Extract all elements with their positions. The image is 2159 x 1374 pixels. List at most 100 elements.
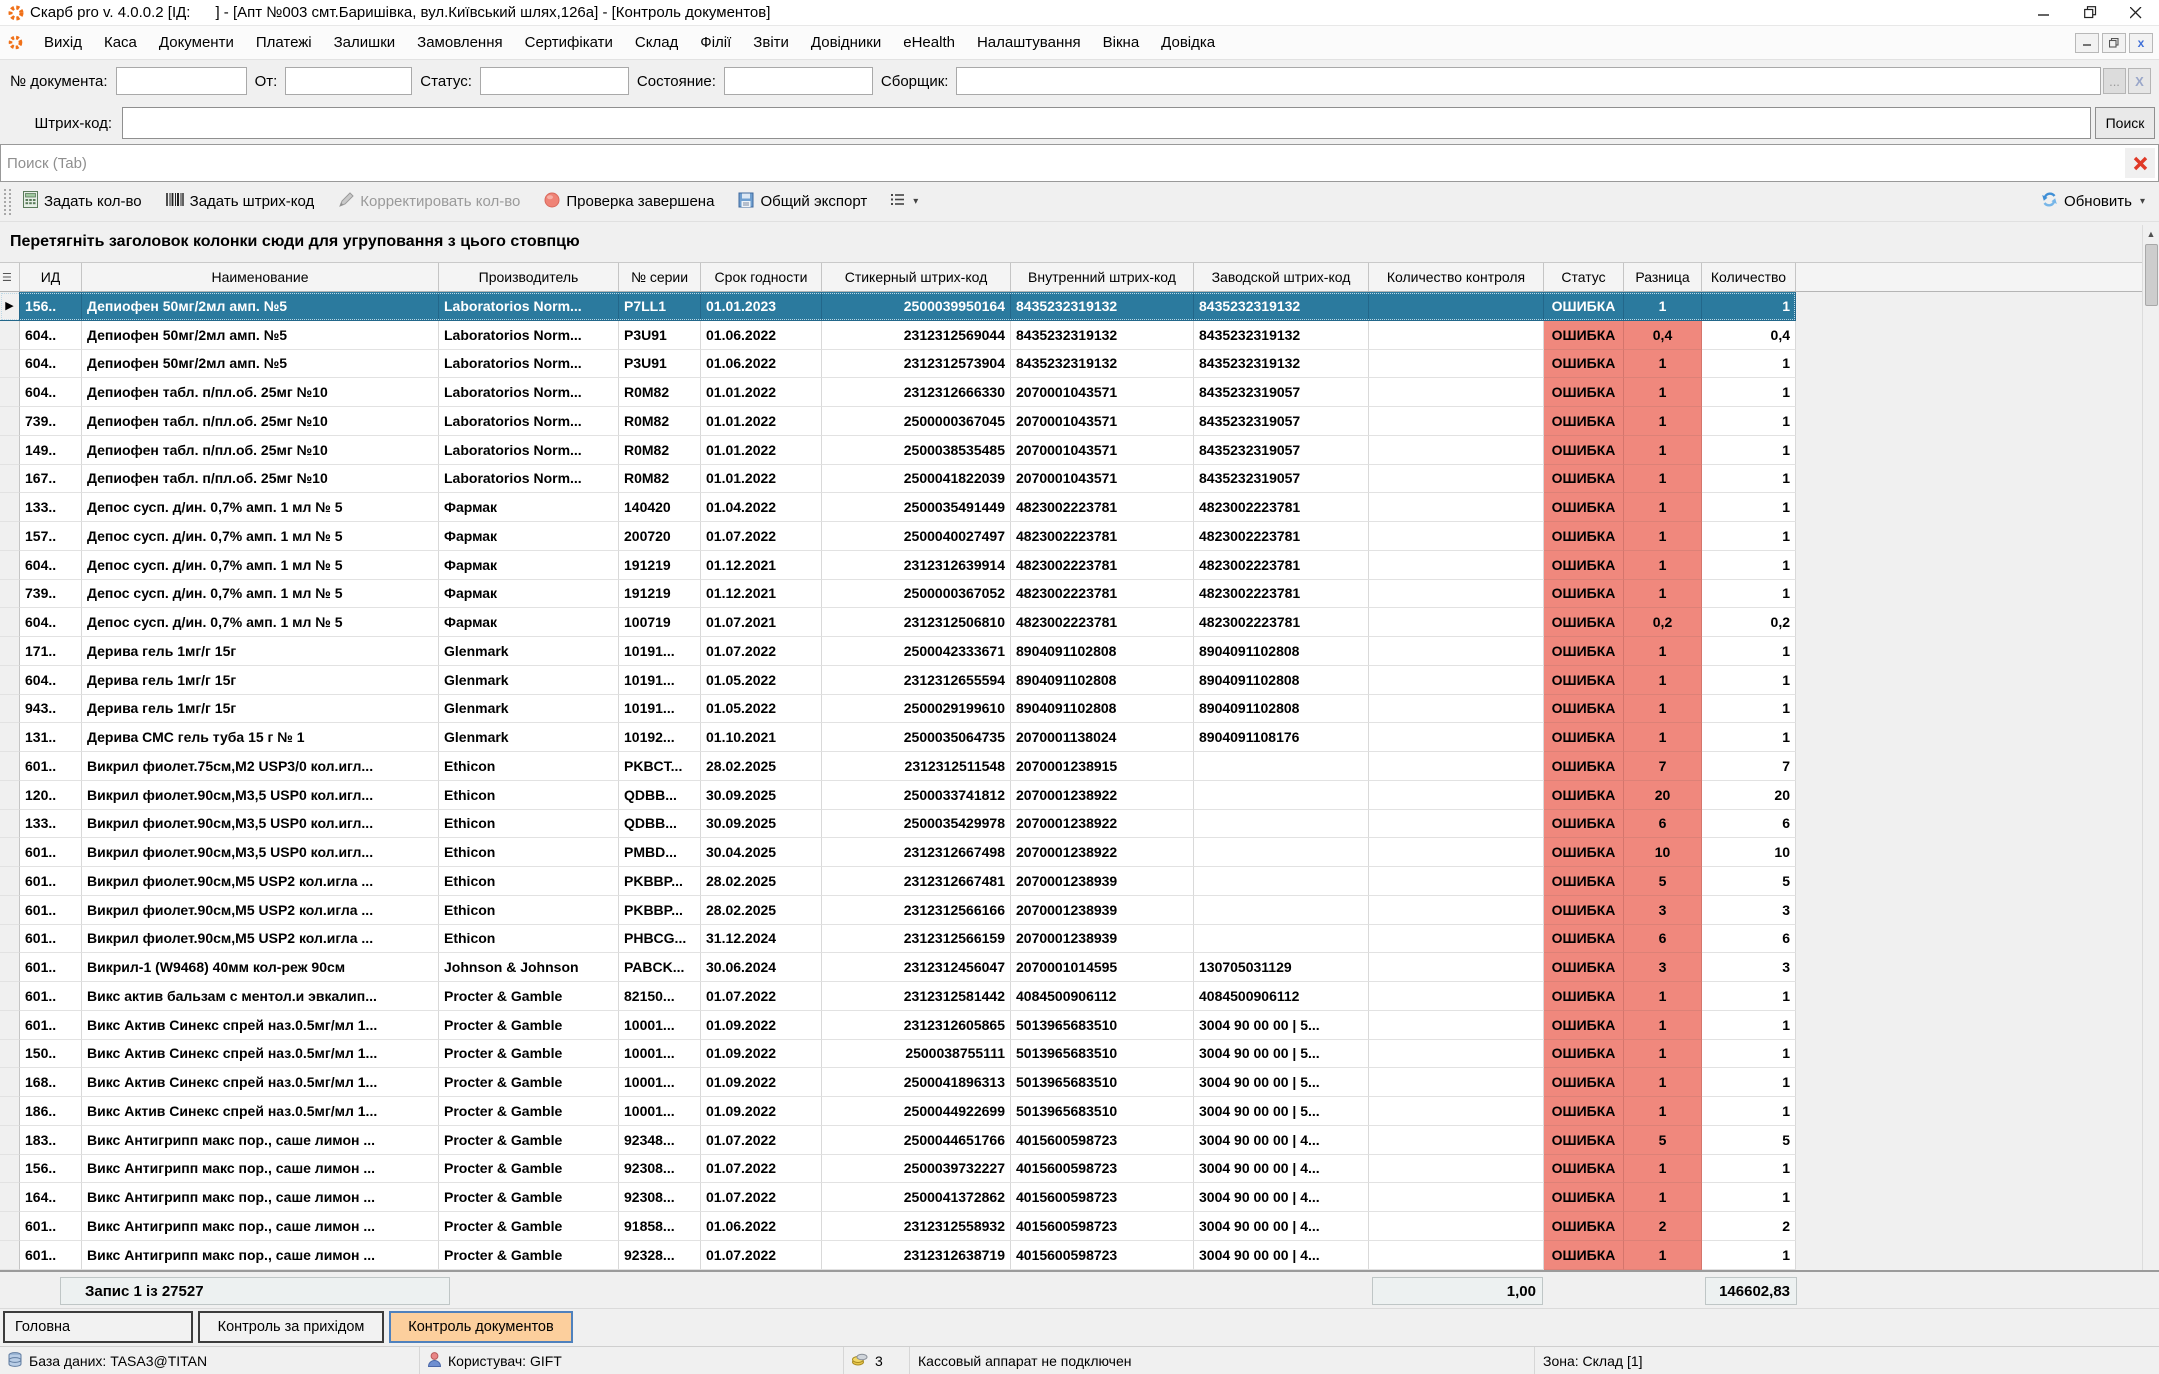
cell-sticker-code[interactable]: 2500042333671 [822, 637, 1011, 666]
cell-expiry[interactable]: 01.05.2022 [701, 695, 822, 724]
cell-manufacturer[interactable]: Laboratorios Norm... [439, 321, 619, 350]
cell-id[interactable]: 604.. [20, 378, 82, 407]
cell-diff[interactable]: 6 [1624, 925, 1702, 954]
cell-status[interactable]: ОШИБКА [1544, 378, 1624, 407]
cell-internal-code[interactable]: 4823002223781 [1011, 608, 1194, 637]
cell-series[interactable]: QDBB... [619, 810, 701, 839]
cell-sticker-code[interactable]: 2500039732227 [822, 1155, 1011, 1184]
cell-id[interactable]: 601.. [20, 925, 82, 954]
cell-qty[interactable]: 20 [1702, 781, 1796, 810]
menu-item-3[interactable]: Платежі [245, 30, 323, 55]
cell-status[interactable]: ОШИБКА [1544, 1068, 1624, 1097]
cell-qty[interactable]: 1 [1702, 637, 1796, 666]
cell-id[interactable]: 601.. [20, 982, 82, 1011]
cell-name[interactable]: Викс актив бальзам с ментол.и эвкалип... [82, 982, 439, 1011]
cell-id[interactable]: 167.. [20, 465, 82, 494]
menu-item-0[interactable]: Вихід [33, 30, 93, 55]
cell-series[interactable]: PKBCT... [619, 752, 701, 781]
cell-status[interactable]: ОШИБКА [1544, 925, 1624, 954]
cell-expiry[interactable]: 28.02.2025 [701, 867, 822, 896]
cell-control-qty[interactable] [1369, 436, 1544, 465]
menu-item-9[interactable]: Звіти [742, 30, 800, 55]
doc-number-input[interactable] [116, 67, 247, 95]
cell-series[interactable]: PMBD... [619, 838, 701, 867]
cell-diff[interactable]: 2 [1624, 1212, 1702, 1241]
cell-name[interactable]: Дерива гель 1мг/г 15г [82, 695, 439, 724]
cell-expiry[interactable]: 31.12.2024 [701, 925, 822, 954]
cell-internal-code[interactable]: 4823002223781 [1011, 551, 1194, 580]
column-header-qty[interactable]: Количество [1702, 263, 1796, 291]
cell-internal-code[interactable]: 4823002223781 [1011, 493, 1194, 522]
cell-factory-code[interactable]: 4823002223781 [1194, 522, 1369, 551]
cell-qty[interactable]: 1 [1702, 436, 1796, 465]
cell-name[interactable]: Депиофен табл. п/пл.об. 25мг №10 [82, 378, 439, 407]
cell-diff[interactable]: 1 [1624, 493, 1702, 522]
cell-internal-code[interactable]: 8435232319132 [1011, 292, 1194, 321]
cell-factory-code[interactable]: 3004 90 00 00 | 4... [1194, 1212, 1369, 1241]
cell-series[interactable]: 82150... [619, 982, 701, 1011]
cell-series[interactable]: PABCK... [619, 953, 701, 982]
cell-series[interactable]: 10001... [619, 1040, 701, 1069]
cell-factory-code[interactable]: 3004 90 00 00 | 4... [1194, 1155, 1369, 1184]
cell-sticker-code[interactable]: 2312312667481 [822, 867, 1011, 896]
cell-name[interactable]: Депос сусп. д/ин. 0,7% амп. 1 мл № 5 [82, 608, 439, 637]
cell-id[interactable]: 604.. [20, 666, 82, 695]
table-row[interactable]: 133..Депос сусп. д/ин. 0,7% амп. 1 мл № … [0, 493, 1796, 522]
table-row[interactable]: 120..Викрил фиолет.90см,М3,5 USP0 кол.иг… [0, 781, 1796, 810]
table-row[interactable]: 601..Викс Актив Синекс спрей наз.0.5мг/м… [0, 1011, 1796, 1040]
cell-factory-code[interactable]: 8435232319132 [1194, 292, 1369, 321]
cell-sticker-code[interactable]: 2312312569044 [822, 321, 1011, 350]
cell-id[interactable]: 601.. [20, 1011, 82, 1040]
cell-status[interactable]: ОШИБКА [1544, 896, 1624, 925]
cell-series[interactable]: 92308... [619, 1155, 701, 1184]
cell-factory-code[interactable]: 8435232319057 [1194, 378, 1369, 407]
cell-manufacturer[interactable]: Laboratorios Norm... [439, 378, 619, 407]
cell-name[interactable]: Викс Актив Синекс спрей наз.0.5мг/мл 1..… [82, 1040, 439, 1069]
cell-expiry[interactable]: 01.09.2022 [701, 1011, 822, 1040]
cell-name[interactable]: Викрил фиолет.90см,М5 USP2 кол.игла ... [82, 925, 439, 954]
cell-id[interactable]: 133.. [20, 493, 82, 522]
menu-item-14[interactable]: Довідка [1150, 30, 1226, 55]
cell-status[interactable]: ОШИБКА [1544, 695, 1624, 724]
cell-status[interactable]: ОШИБКА [1544, 321, 1624, 350]
cell-expiry[interactable]: 01.09.2022 [701, 1068, 822, 1097]
cell-factory-code[interactable]: 8904091102808 [1194, 637, 1369, 666]
table-row[interactable]: 604..Депос сусп. д/ин. 0,7% амп. 1 мл № … [0, 551, 1796, 580]
cell-series[interactable]: R0M82 [619, 407, 701, 436]
cell-series[interactable]: PHBCG... [619, 925, 701, 954]
cell-status[interactable]: ОШИБКА [1544, 465, 1624, 494]
cell-name[interactable]: Депиофен 50мг/2мл амп. №5 [82, 292, 439, 321]
cell-status[interactable]: ОШИБКА [1544, 810, 1624, 839]
cell-qty[interactable]: 2 [1702, 1212, 1796, 1241]
cell-name[interactable]: Викрил фиолет.90см,М5 USP2 кол.игла ... [82, 867, 439, 896]
cell-diff[interactable]: 1 [1624, 522, 1702, 551]
table-row[interactable]: 164..Викс Антигрипп макс пор., саше лимо… [0, 1183, 1796, 1212]
table-row[interactable]: 149..Депиофен табл. п/пл.об. 25мг №10Lab… [0, 436, 1796, 465]
cell-expiry[interactable]: 01.12.2021 [701, 551, 822, 580]
column-header-manufacturer[interactable]: Производитель [439, 263, 619, 291]
cell-factory-code[interactable]: 8435232319057 [1194, 465, 1369, 494]
cell-sticker-code[interactable]: 2500035491449 [822, 493, 1011, 522]
cell-name[interactable]: Викс Актив Синекс спрей наз.0.5мг/мл 1..… [82, 1068, 439, 1097]
cell-sticker-code[interactable]: 2500039950164 [822, 292, 1011, 321]
cell-control-qty[interactable] [1369, 321, 1544, 350]
cell-sticker-code[interactable]: 2500033741812 [822, 781, 1011, 810]
cell-diff[interactable]: 1 [1624, 637, 1702, 666]
cell-name[interactable]: Викс Актив Синекс спрей наз.0.5мг/мл 1..… [82, 1011, 439, 1040]
cell-expiry[interactable]: 01.09.2022 [701, 1097, 822, 1126]
cell-diff[interactable]: 1 [1624, 1155, 1702, 1184]
cell-factory-code[interactable]: 8904091102808 [1194, 695, 1369, 724]
cell-expiry[interactable]: 01.06.2022 [701, 321, 822, 350]
cell-expiry[interactable]: 01.07.2021 [701, 608, 822, 637]
tab-kontrol-za-prykhodom[interactable]: Контроль за прихідом [198, 1311, 384, 1343]
cell-qty[interactable]: 1 [1702, 666, 1796, 695]
cell-diff[interactable]: 0,2 [1624, 608, 1702, 637]
cell-manufacturer[interactable]: Фармак [439, 608, 619, 637]
cell-manufacturer[interactable]: Procter & Gamble [439, 1212, 619, 1241]
mdi-restore-button[interactable] [2102, 33, 2126, 53]
cell-control-qty[interactable] [1369, 666, 1544, 695]
cell-factory-code[interactable]: 4084500906112 [1194, 982, 1369, 1011]
column-header-control-qty[interactable]: Количество контроля [1369, 263, 1544, 291]
cell-sticker-code[interactable]: 2500038535485 [822, 436, 1011, 465]
table-row[interactable]: 604..Дерива гель 1мг/г 15гGlenmark10191.… [0, 666, 1796, 695]
